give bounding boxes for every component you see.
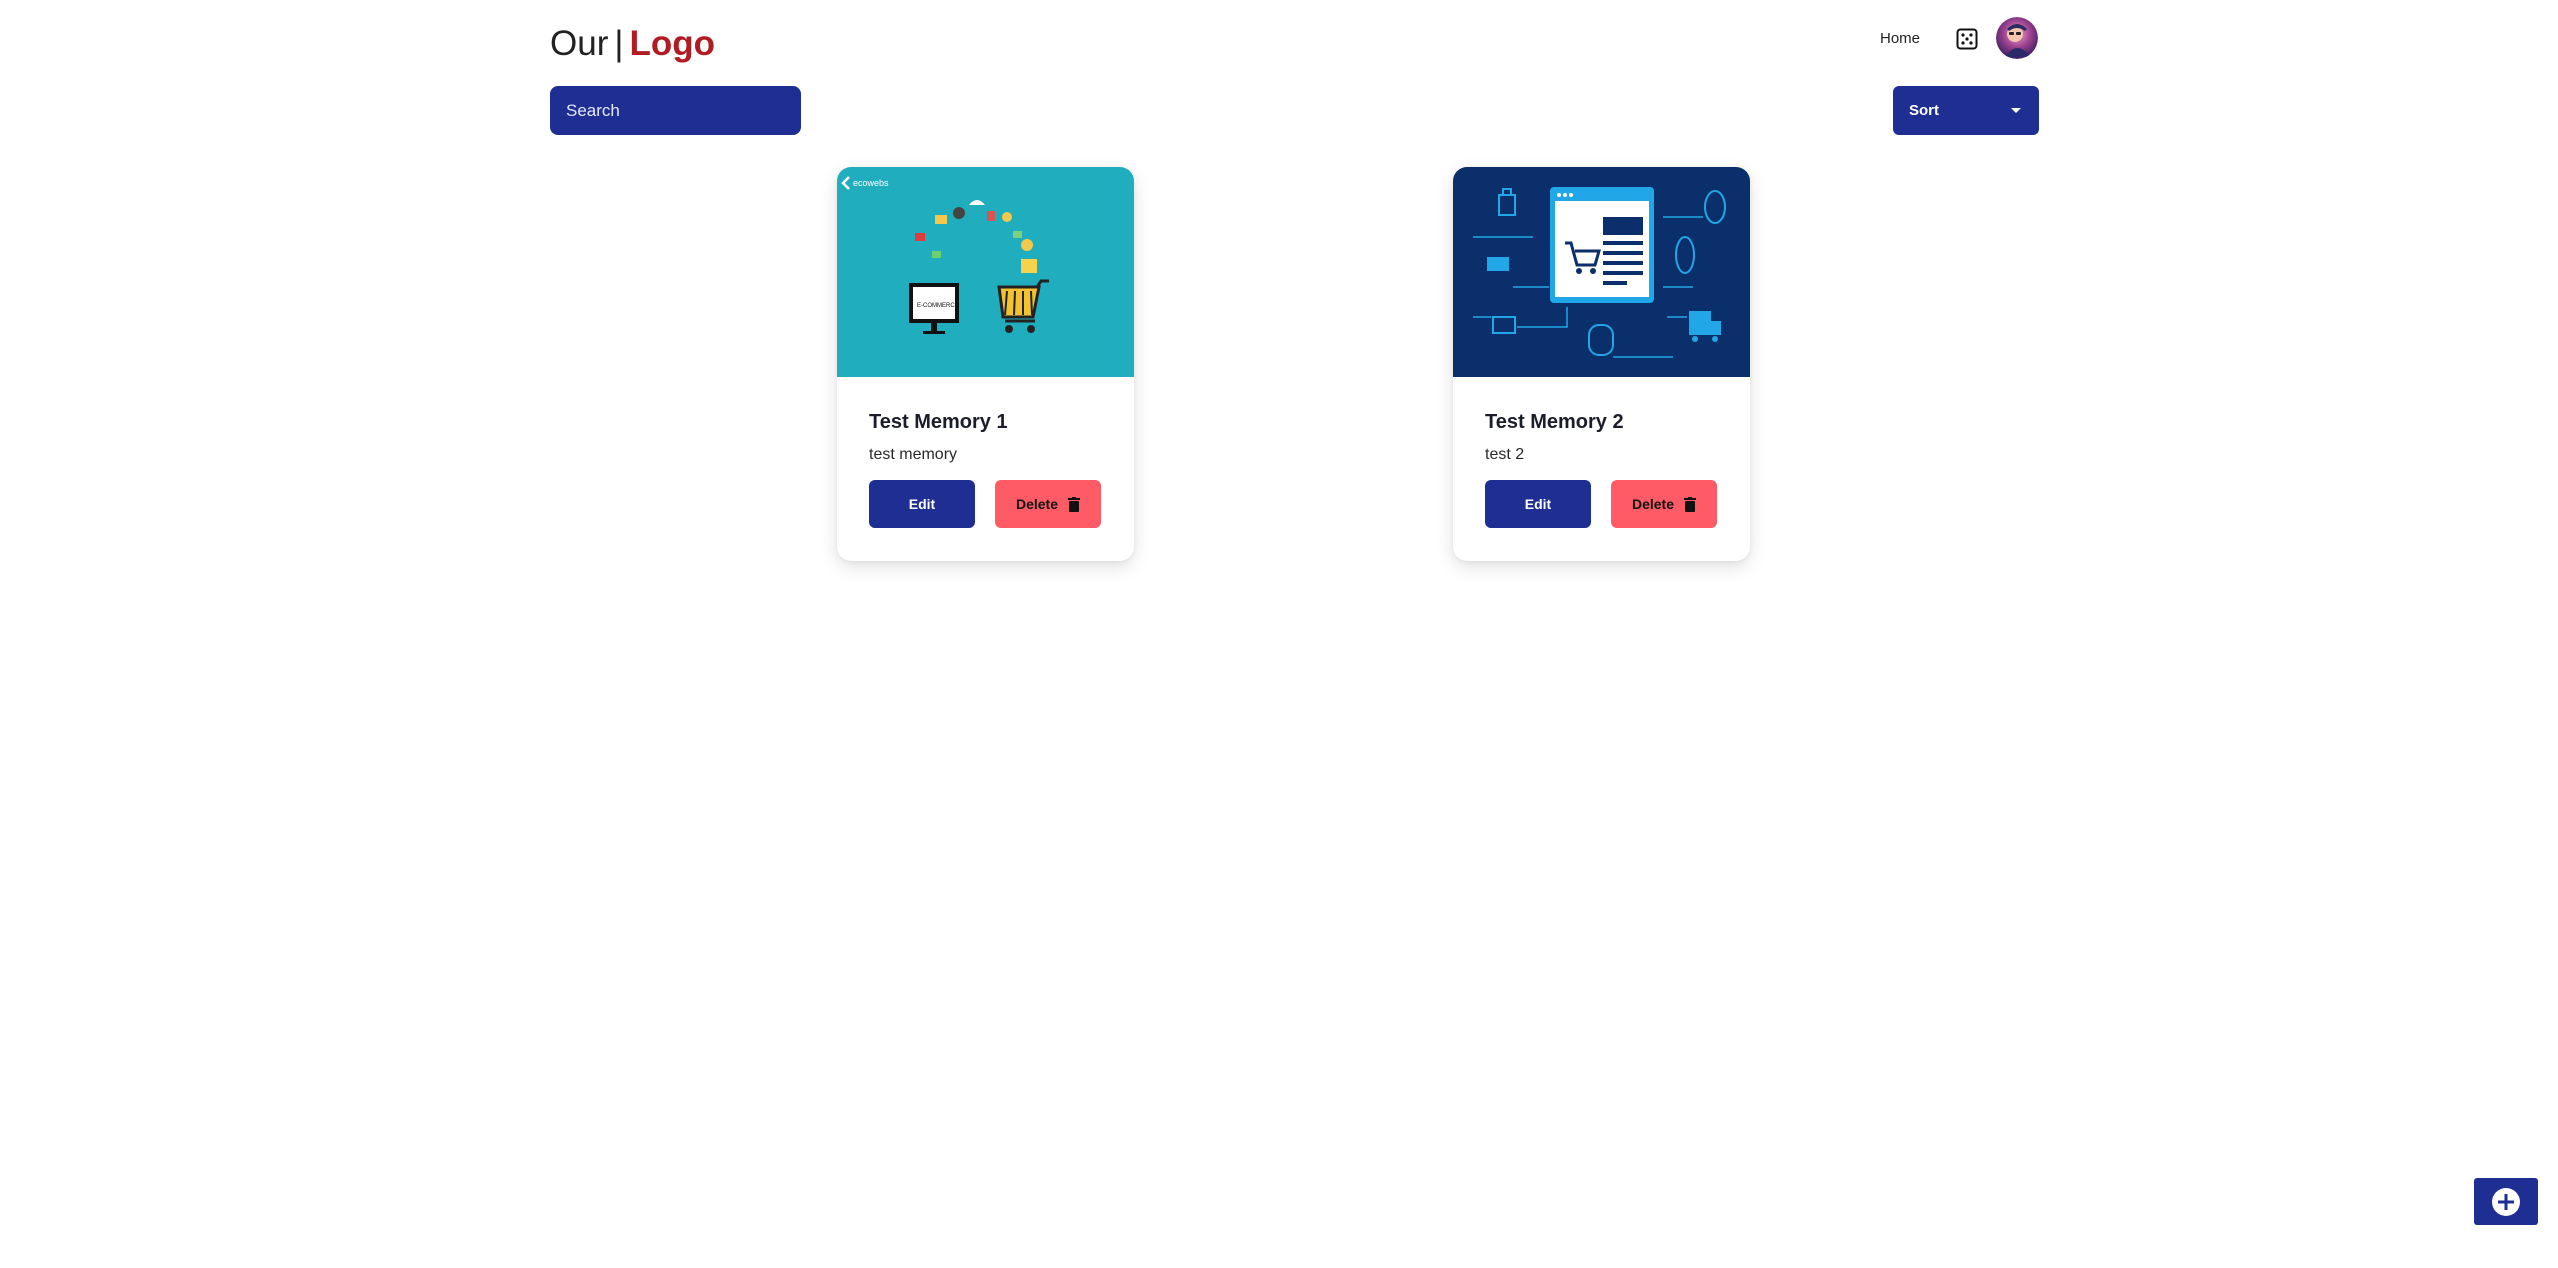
logo-separator: | [614,24,624,63]
plus-circle-icon [2492,1187,2520,1216]
edit-button[interactable]: Edit [1485,480,1591,528]
user-avatar[interactable] [1996,17,2038,59]
delete-label: Delete [1015,496,1059,512]
memory-card: Test Memory 2 test 2 Edit Delete [1453,167,1750,561]
page: Our | Logo Home Search Sort ecowebs E-CO… [0,0,2558,1268]
ecommerce-illustration: ecowebs E-COMMERCE [837,167,1134,377]
avatar-image [1996,17,2038,59]
nav-home-link[interactable]: Home [1880,30,1920,47]
trash-icon [1068,496,1081,512]
card-description: test 2 [1485,446,1525,463]
svg-text:E-COMMERCE: E-COMMERCE [917,303,959,309]
logo-brand: Logo [629,24,715,63]
edit-label: Edit [1524,496,1552,512]
memory-card: ecowebs E-COMMERCE Test Memory 1 test me… [837,167,1134,561]
grid-icon[interactable] [1955,27,1979,51]
delete-button[interactable]: Delete [1611,480,1717,528]
trash-icon [1684,496,1697,512]
card-description: test memory [869,446,958,463]
edit-label: Edit [908,496,936,512]
site-logo[interactable]: Our | Logo [550,22,715,66]
sort-dropdown[interactable]: Sort [1893,86,2039,135]
card-title: Test Memory 2 [1485,411,1624,433]
sort-label: Sort [1909,102,1939,119]
online-shop-illustration [1453,167,1750,377]
search-input[interactable] [550,86,801,135]
ecowebs-watermark: ecowebs [853,178,889,188]
add-memory-button[interactable] [2474,1178,2538,1225]
card-title: Test Memory 1 [869,411,1008,433]
delete-label: Delete [1631,496,1675,512]
delete-button[interactable]: Delete [995,480,1101,528]
logo-prefix: Our [550,24,609,63]
edit-button[interactable]: Edit [869,480,975,528]
caret-down-icon [2011,108,2021,113]
